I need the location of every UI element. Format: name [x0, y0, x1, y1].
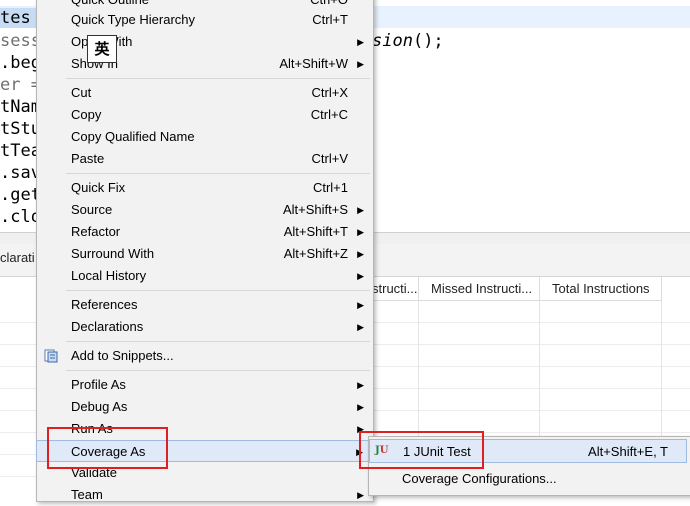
menu-item-label: Source — [71, 202, 113, 217]
menu-item-surround-with[interactable]: Surround With Alt+Shift+Z ▶ — [36, 243, 372, 265]
tab-declarations[interactable]: clarati — [0, 250, 35, 265]
submenu-arrow-icon: ▶ — [357, 37, 364, 47]
menu-item-label: Quick Fix — [71, 180, 126, 195]
ime-mode-indicator: 英 — [87, 35, 117, 63]
code-fragment: sion(); — [372, 30, 444, 52]
menu-item-cut[interactable]: Cut Ctrl+X — [36, 82, 372, 104]
menu-item-accelerator: Alt+Shift+T — [283, 224, 348, 239]
submenu-arrow-icon: ▶ — [357, 249, 364, 259]
code-line-7: tTea — [0, 141, 41, 161]
menu-item-team[interactable]: Team ▶ — [36, 484, 372, 506]
code-line-8: .sav — [0, 163, 41, 183]
column-header-missed-instructions[interactable]: Missed Instructi... — [419, 277, 540, 301]
snippet-icon — [44, 349, 58, 363]
submenu-arrow-icon: ▶ — [357, 380, 364, 390]
submenu-arrow-icon: ▶ — [357, 322, 364, 332]
code-line-6: tStu — [0, 119, 41, 139]
menu-item-label: Copy — [71, 107, 102, 122]
menu-item-label: Debug As — [71, 399, 128, 414]
submenu-arrow-icon: ▶ — [357, 490, 364, 500]
menu-item-refactor[interactable]: Refactor Alt+Shift+T ▶ — [36, 221, 372, 243]
menu-separator — [66, 173, 370, 174]
code-line-3: .beg — [0, 53, 41, 73]
code-line-4: er = — [0, 75, 41, 95]
submenu-arrow-icon: ▶ — [357, 59, 364, 69]
menu-item-label: Paste — [71, 151, 105, 166]
menu-item-copy[interactable]: Copy Ctrl+C — [36, 104, 372, 126]
submenu-arrow-icon: ▶ — [357, 402, 364, 412]
menu-item-accelerator: Ctrl+C — [310, 107, 348, 122]
menu-item-label: References — [71, 297, 138, 312]
menu-item-references[interactable]: References ▶ — [36, 294, 372, 316]
menu-item-debug-as[interactable]: Debug As ▶ — [36, 396, 372, 418]
menu-item-source[interactable]: Source Alt+Shift+S ▶ — [36, 199, 372, 221]
menu-item-quick-type-hierarchy[interactable]: Quick Type Hierarchy Ctrl+T — [36, 9, 372, 31]
menu-item-label: Local History — [71, 268, 147, 283]
menu-item-accelerator: Alt+Shift+W — [279, 56, 348, 71]
menu-item-accelerator: Alt+Shift+S — [282, 202, 348, 217]
menu-item-accelerator: Ctrl+X — [311, 85, 348, 100]
menu-item-declarations[interactable]: Declarations ▶ — [36, 316, 372, 338]
menu-item-copy-qualified-name[interactable]: Copy Qualified Name — [36, 126, 372, 148]
code-line-9: .get — [0, 185, 41, 205]
annotation-box-coverage-as — [47, 427, 168, 469]
menu-item-add-to-snippets[interactable]: Add to Snippets... — [36, 345, 372, 367]
code-line-5: tNam — [0, 97, 41, 117]
menu-item-local-history[interactable]: Local History ▶ — [36, 265, 372, 287]
menu-item-label: Team — [71, 487, 103, 502]
menu-item-quick-fix[interactable]: Quick Fix Ctrl+1 — [36, 177, 372, 199]
menu-item-label: Copy Qualified Name — [71, 129, 195, 144]
menu-separator — [66, 290, 370, 291]
menu-separator — [66, 341, 370, 342]
code-fragment-italic: sion — [372, 31, 413, 51]
menu-item-label: Profile As — [71, 377, 126, 392]
submenu-arrow-icon: ▶ — [357, 205, 364, 215]
code-line-2: sess — [0, 31, 41, 51]
menu-separator — [66, 370, 370, 371]
annotation-box-junit-test — [359, 431, 484, 469]
submenu-item-accelerator: Alt+Shift+E, T — [588, 444, 668, 459]
menu-item-label: Add to Snippets... — [71, 348, 174, 363]
menu-item-profile-as[interactable]: Profile As ▶ — [36, 374, 372, 396]
code-fragment-rest: (); — [412, 31, 444, 51]
menu-item-label: Cut — [71, 85, 92, 100]
code-line-10: .clo — [0, 207, 41, 227]
submenu-item-coverage-configurations[interactable]: Coverage Configurations... — [369, 467, 687, 491]
menu-item-label: Surround With — [71, 246, 155, 261]
submenu-arrow-icon: ▶ — [357, 300, 364, 310]
menu-item-label: Quick Type Hierarchy — [71, 12, 196, 27]
menu-item-accelerator: Ctrl+T — [312, 12, 348, 27]
submenu-item-label: Coverage Configurations... — [402, 471, 557, 486]
menu-item-accelerator: Ctrl+1 — [312, 180, 348, 195]
menu-item-accelerator: Ctrl+V — [311, 151, 348, 166]
column-header-total-instructions[interactable]: Total Instructions — [540, 277, 662, 301]
menu-item-paste[interactable]: Paste Ctrl+V — [36, 148, 372, 170]
menu-item-label: Declarations — [71, 319, 144, 334]
menu-item-accelerator: Alt+Shift+Z — [283, 246, 348, 261]
menu-item-label: Refactor — [71, 224, 121, 239]
submenu-arrow-icon: ▶ — [357, 227, 364, 237]
submenu-arrow-icon: ▶ — [357, 271, 364, 281]
menu-separator — [66, 78, 370, 79]
code-line-1: tes — [0, 8, 31, 28]
